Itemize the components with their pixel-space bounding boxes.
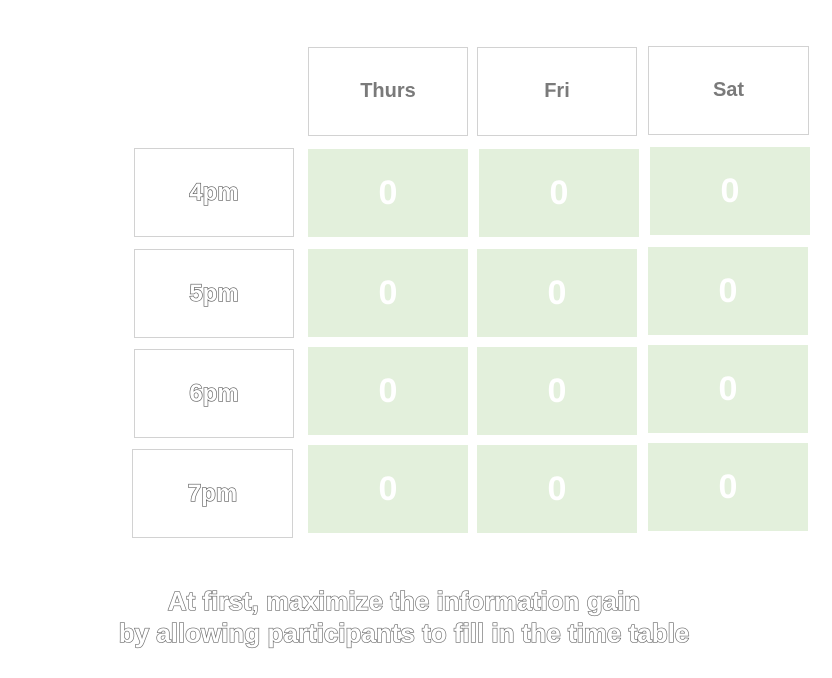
day-header-thurs: Thurs [308, 47, 468, 136]
slot-cell-thurs-5pm[interactable]: 0 [308, 249, 468, 337]
slot-cell-sat-7pm[interactable]: 0 [648, 443, 808, 531]
caption-line-1: At first, maximize the information gain [167, 585, 641, 616]
slot-cell-thurs-6pm[interactable]: 0 [308, 347, 468, 435]
time-label-4pm: 4pm [134, 148, 294, 237]
slot-cell-sat-6pm[interactable]: 0 [648, 345, 808, 433]
day-header-sat: Sat [648, 46, 809, 135]
slot-cell-fri-7pm[interactable]: 0 [477, 445, 637, 533]
time-label-6pm: 6pm [134, 349, 294, 438]
time-label-7pm: 7pm [132, 449, 293, 538]
time-label-5pm: 5pm [134, 249, 294, 338]
slot-cell-thurs-7pm[interactable]: 0 [308, 445, 468, 533]
slot-cell-fri-4pm[interactable]: 0 [479, 149, 639, 237]
day-header-fri: Fri [477, 47, 637, 136]
slot-cell-sat-5pm[interactable]: 0 [648, 247, 808, 335]
slot-cell-fri-6pm[interactable]: 0 [477, 347, 637, 435]
slot-cell-fri-5pm[interactable]: 0 [477, 249, 637, 337]
slot-cell-thurs-4pm[interactable]: 0 [308, 149, 468, 237]
caption-line-2: by allowing participants to fill in the … [118, 617, 690, 648]
slot-cell-sat-4pm[interactable]: 0 [650, 147, 810, 235]
